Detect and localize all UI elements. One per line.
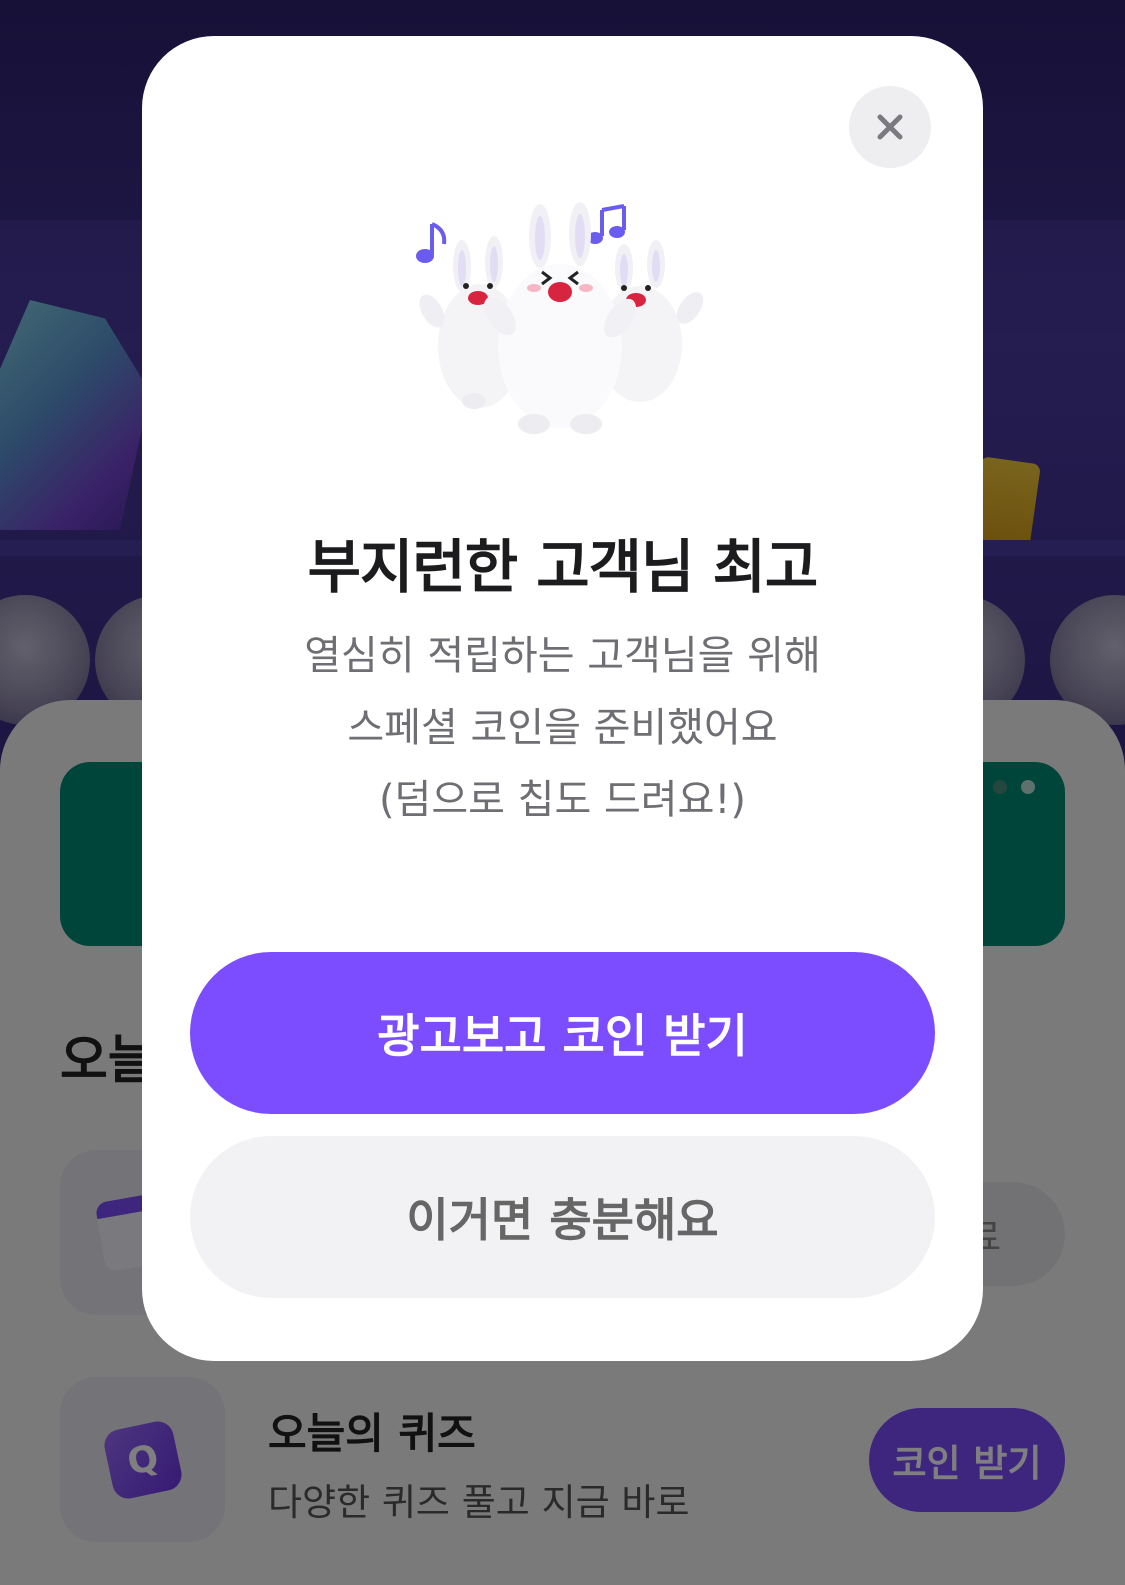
description-line: 열심히 적립하는 고객님을 위해	[304, 633, 821, 679]
close-icon	[877, 114, 903, 140]
dancing-bunnies-illustration	[416, 202, 704, 434]
description-line: (덤으로 칩도 드려요!)	[378, 777, 747, 823]
description-line: 스페셜 코인을 준비했어요	[347, 705, 778, 751]
modal-title: 부지런한 고객님 최고	[307, 533, 819, 601]
modal-description: 열심히 적립하는 고객님을 위해 스페셜 코인을 준비했어요 (덤으로 칩도 드…	[142, 620, 983, 836]
enough-button[interactable]: 이거면 충분해요	[190, 1136, 935, 1298]
close-button[interactable]	[849, 86, 931, 168]
reward-modal: 부지런한 고객님 최고 열심히 적립하는 고객님을 위해 스페셜 코인을 준비했…	[142, 36, 983, 1361]
watch-ad-get-coin-button[interactable]: 광고보고 코인 받기	[190, 952, 935, 1114]
music-note-icon	[587, 204, 626, 244]
music-note-icon	[416, 222, 447, 263]
